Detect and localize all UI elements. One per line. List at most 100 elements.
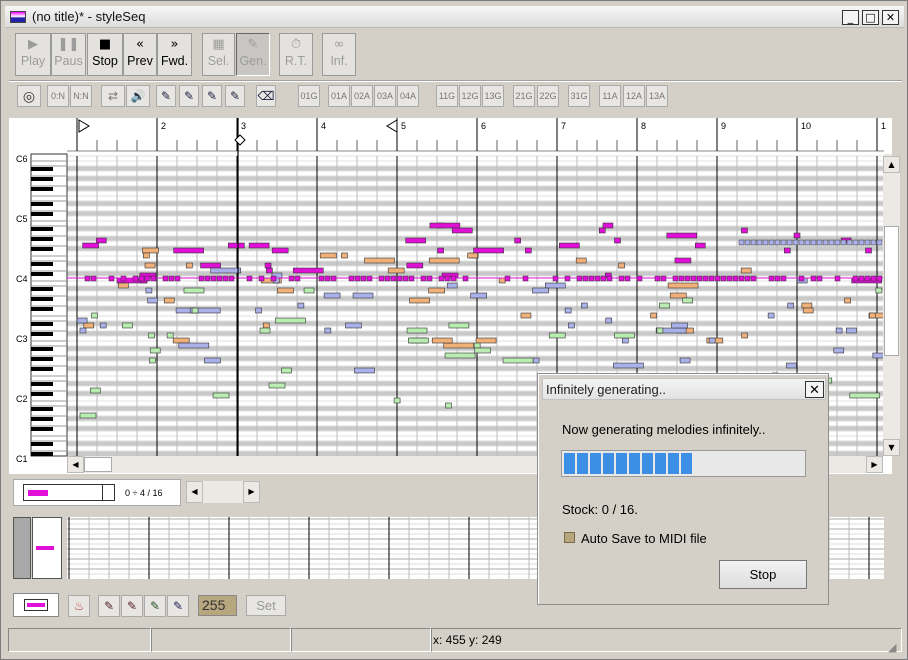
scroll-right-icon[interactable]: ▶ <box>866 456 883 473</box>
play-icon: ▶ <box>28 37 38 52</box>
scroll-left-icon[interactable]: ◀ <box>67 456 84 473</box>
eraser-icon[interactable]: ⌫ <box>256 85 276 107</box>
minimize-button[interactable]: _ <box>842 10 859 25</box>
style-02a-button[interactable]: 02A <box>351 85 373 107</box>
note <box>744 239 751 246</box>
pattern-scroll-track[interactable] <box>203 481 243 503</box>
black-key <box>31 382 53 386</box>
note <box>870 239 877 246</box>
black-key <box>31 307 53 311</box>
circle-icon[interactable]: ◎ <box>17 85 41 107</box>
infinite-button[interactable]: ∞ Inf. <box>322 33 356 76</box>
autosave-checkbox[interactable] <box>564 532 575 543</box>
black-key <box>31 322 53 326</box>
progress-segment <box>668 453 679 474</box>
progress-segment <box>616 453 627 474</box>
select-button[interactable]: ▦ Sel. <box>202 33 235 76</box>
style-12a-button[interactable]: 12A <box>623 85 645 107</box>
play-button[interactable]: ▶ Play <box>15 33 51 76</box>
ruler-measure-label: 6 <box>481 121 486 131</box>
pencil-a-icon[interactable]: ✎ <box>179 85 199 107</box>
grid-icon: ▦ <box>212 37 225 52</box>
style-12g-button[interactable]: 12G <box>459 85 481 107</box>
note <box>262 322 270 329</box>
note <box>802 307 814 314</box>
pattern-selector[interactable]: 0 ÷ 4 / 16 <box>13 479 181 506</box>
note <box>801 302 813 309</box>
pause-button[interactable]: ❚❚ Paus <box>51 33 86 76</box>
style-01g-button[interactable]: 01G <box>298 85 320 107</box>
black-key <box>31 357 53 361</box>
pencil-u-icon[interactable]: ✎ <box>167 595 189 617</box>
note <box>186 262 193 269</box>
note <box>858 275 865 282</box>
grid-row <box>67 331 884 336</box>
pencil-s-icon[interactable]: ✎ <box>156 85 176 107</box>
forward-button[interactable]: » Fwd. <box>157 33 192 76</box>
autosave-label[interactable]: Auto Save to MIDI file <box>581 531 707 546</box>
note <box>522 275 529 282</box>
pencil-b-icon[interactable]: ✎ <box>225 85 245 107</box>
style-01a-button[interactable]: 01A <box>328 85 350 107</box>
velocity-value[interactable]: 255 <box>198 595 237 616</box>
style-03a-button[interactable]: 03A <box>374 85 396 107</box>
note <box>475 337 497 344</box>
note <box>708 275 715 282</box>
dialog-stop-button[interactable]: Stop <box>719 560 807 589</box>
note <box>108 275 115 282</box>
note-color-swatch[interactable] <box>13 593 59 617</box>
fire-icon[interactable]: ♨ <box>68 595 90 617</box>
style-11a-button[interactable]: 11A <box>599 85 621 107</box>
note <box>834 239 841 246</box>
main-window: (no title)* - styleSeq _ □ ✕ ▶ Play ❚❚ P… <box>0 0 908 660</box>
close-button[interactable]: ✕ <box>882 10 899 25</box>
resize-grip-icon[interactable]: ◢ <box>888 641 896 654</box>
vscroll-thumb[interactable] <box>884 226 899 356</box>
stock-text: Stock: 0 / 16. <box>562 502 638 517</box>
style-13a-button[interactable]: 13A <box>646 85 668 107</box>
dialog-title-bar[interactable]: Infinitely generating.. ✕ <box>542 378 826 400</box>
speaker-icon[interactable]: 🔊 <box>126 85 150 107</box>
pattern-nn-button[interactable]: N:N <box>70 85 92 107</box>
status-pane-2 <box>151 628 291 652</box>
style-11g-button[interactable]: 11G <box>436 85 458 107</box>
maximize-button[interactable]: □ <box>862 10 879 25</box>
pencil-h-icon[interactable]: ✎ <box>98 595 120 617</box>
vertical-scrollbar[interactable]: ▲ ▼ <box>883 156 900 456</box>
pattern-prev-icon[interactable]: ◀ <box>186 481 203 503</box>
set-button[interactable]: Set <box>246 595 286 616</box>
play-label: Play <box>20 54 46 68</box>
progress-segment <box>655 453 666 474</box>
style-31g-button[interactable]: 31G <box>568 85 590 107</box>
realtime-button[interactable]: ⏱ R.T. <box>279 33 313 76</box>
dialog-close-icon[interactable]: ✕ <box>805 381 824 398</box>
note <box>79 412 97 419</box>
prev-button[interactable]: « Prev <box>123 33 157 76</box>
note <box>341 252 348 259</box>
title-bar[interactable]: (no title)* - styleSeq _ □ ✕ <box>5 6 904 28</box>
style-22g-button[interactable]: 22G <box>537 85 559 107</box>
note <box>696 275 703 282</box>
pencil-l-icon[interactable]: ✎ <box>144 595 166 617</box>
stop-button[interactable]: ■ Stop <box>87 33 123 76</box>
style-21g-button[interactable]: 21G <box>513 85 535 107</box>
scroll-thumb[interactable] <box>84 457 112 472</box>
pencil-t-icon[interactable]: ✎ <box>202 85 222 107</box>
pattern-0n-button[interactable]: 0:N <box>47 85 69 107</box>
generate-button[interactable]: ✎ Gen. <box>236 33 270 76</box>
note <box>582 275 589 282</box>
infinite-label: Inf. <box>330 54 348 68</box>
scroll-up-icon[interactable]: ▲ <box>883 156 900 173</box>
pencil-m-icon[interactable]: ✎ <box>121 595 143 617</box>
note <box>504 275 511 282</box>
pattern-next-icon[interactable]: ▶ <box>243 481 260 503</box>
toolbar-separator <box>9 80 902 82</box>
style-04a-button[interactable]: 04A <box>397 85 419 107</box>
black-key <box>31 367 53 371</box>
scroll-down-icon[interactable]: ▼ <box>883 439 900 456</box>
status-pane-1 <box>8 628 151 652</box>
note <box>83 322 95 329</box>
note <box>408 275 415 282</box>
style-13g-button[interactable]: 13G <box>482 85 504 107</box>
shuffle-icon[interactable]: ⇄ <box>101 85 125 107</box>
